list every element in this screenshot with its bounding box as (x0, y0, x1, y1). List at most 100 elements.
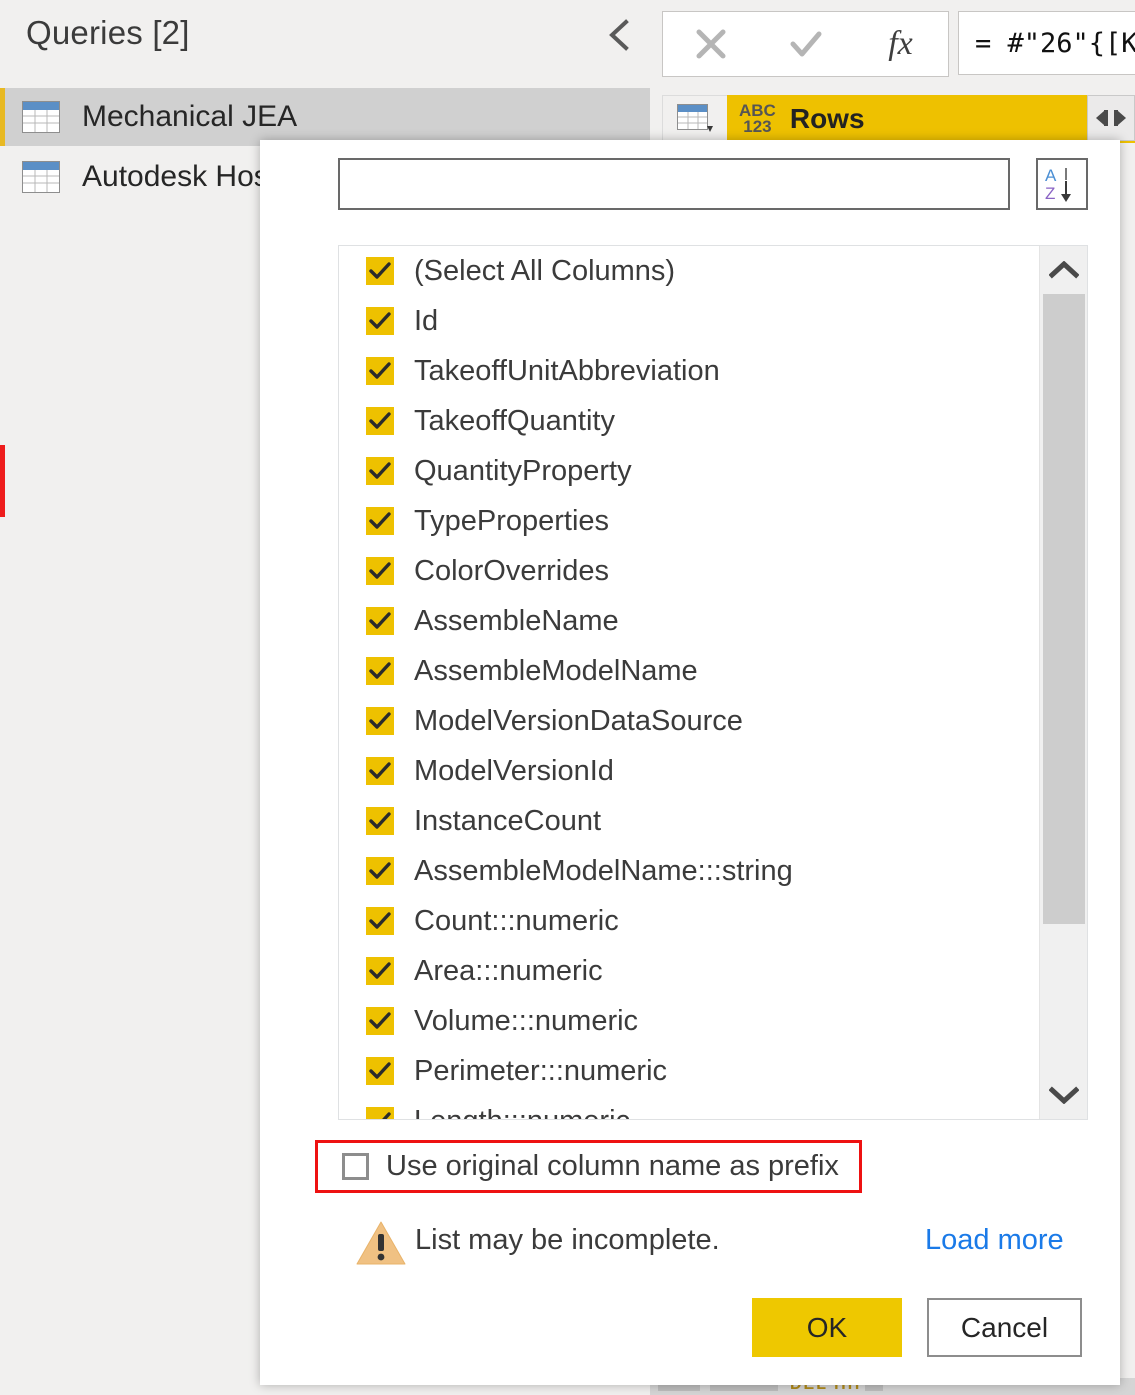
search-row: A Z (338, 158, 1088, 210)
table-dropdown-button[interactable] (662, 95, 727, 143)
column-name-label: TakeoffUnitAbbreviation (414, 355, 720, 388)
column-list-item[interactable]: Length:::numeric (339, 1096, 1039, 1120)
scroll-up-icon[interactable] (1040, 246, 1087, 294)
use-prefix-label: Use original column name as prefix (386, 1150, 839, 1183)
column-list-item[interactable]: AssembleModelName:::string (339, 846, 1039, 896)
incomplete-notice: List may be incomplete. Load more (260, 1218, 1120, 1273)
column-list-item[interactable]: Count:::numeric (339, 896, 1039, 946)
column-name-label: TypeProperties (414, 505, 609, 538)
svg-text:A: A (1045, 166, 1057, 185)
queries-pane-header: Queries [2] (0, 0, 650, 88)
column-header-row: ABC 123 Rows (662, 95, 1135, 143)
column-list-item[interactable]: Volume:::numeric (339, 996, 1039, 1046)
column-list-item[interactable]: InstanceCount (339, 796, 1039, 846)
column-list-item[interactable]: AssembleModelName (339, 646, 1039, 696)
column-checkbox[interactable] (366, 507, 394, 535)
column-checkbox[interactable] (366, 357, 394, 385)
column-checkbox[interactable] (366, 1107, 394, 1120)
column-name-label: QuantityProperty (414, 455, 632, 488)
column-list-item[interactable]: Perimeter:::numeric (339, 1046, 1039, 1096)
search-input[interactable] (338, 158, 1010, 210)
svg-text:Z: Z (1045, 184, 1055, 203)
formula-input[interactable]: = #"26"{[K (958, 11, 1135, 75)
column-checkbox[interactable] (366, 957, 394, 985)
column-checkbox[interactable] (366, 557, 394, 585)
column-checkbox[interactable] (366, 607, 394, 635)
table-icon (22, 101, 60, 133)
sort-az-button[interactable]: A Z (1036, 158, 1088, 210)
column-list-item[interactable]: QuantityProperty (339, 446, 1039, 496)
query-item-mechanical-jea[interactable]: Mechanical JEA (0, 88, 650, 146)
column-checkbox[interactable] (366, 657, 394, 685)
fx-label: fx (888, 25, 913, 63)
columns-list-scrollbar[interactable] (1039, 246, 1087, 1119)
abc123-type-icon: ABC 123 (739, 103, 776, 135)
expand-columns-dialog: A Z (Select All Columns) Id TakeoffUnitAbb… (260, 140, 1120, 1385)
x-icon[interactable] (680, 13, 742, 75)
columns-list-inner: (Select All Columns) Id TakeoffUnitAbbrevi… (339, 246, 1039, 1120)
use-prefix-checkbox[interactable] (342, 1153, 369, 1180)
column-name-label: Length:::numeric (414, 1105, 630, 1121)
scrollbar-thumb[interactable] (1043, 294, 1085, 924)
column-list-item[interactable]: Id (339, 296, 1039, 346)
chevron-left-icon[interactable] (600, 14, 642, 56)
column-header-rows[interactable]: ABC 123 Rows (727, 95, 1135, 143)
column-list-item[interactable]: ColorOverrides (339, 546, 1039, 596)
fx-icon[interactable]: fx (870, 13, 932, 75)
cancel-button[interactable]: Cancel (927, 1298, 1082, 1357)
table-icon (22, 161, 60, 193)
column-name-label: ModelVersionId (414, 755, 614, 788)
column-list-item[interactable]: (Select All Columns) (339, 246, 1039, 296)
column-checkbox[interactable] (366, 307, 394, 335)
check-icon[interactable] (775, 13, 837, 75)
use-prefix-option[interactable]: Use original column name as prefix (315, 1140, 862, 1193)
column-name-label: ModelVersionDataSource (414, 705, 743, 738)
column-checkbox[interactable] (366, 457, 394, 485)
column-checkbox[interactable] (366, 257, 394, 285)
expand-columns-icon[interactable] (1087, 95, 1135, 141)
red-edge-marker (0, 445, 5, 517)
column-name-label: InstanceCount (414, 805, 601, 838)
formula-actions: fx (662, 11, 949, 77)
abc123-bottom: 123 (743, 117, 771, 136)
column-name-label: Perimeter:::numeric (414, 1055, 667, 1088)
column-name-label: Count:::numeric (414, 905, 619, 938)
column-list-item[interactable]: TakeoffUnitAbbreviation (339, 346, 1039, 396)
column-checkbox[interactable] (366, 1057, 394, 1085)
column-name-label: AssembleModelName (414, 655, 698, 688)
column-list-item[interactable]: ModelVersionDataSource (339, 696, 1039, 746)
scroll-down-icon[interactable] (1040, 1071, 1087, 1119)
column-name-label: AssembleName (414, 605, 619, 638)
column-name-label: AssembleModelName:::string (414, 855, 793, 888)
columns-list[interactable]: (Select All Columns) Id TakeoffUnitAbbrevi… (338, 245, 1088, 1120)
formula-bar-area: fx = #"26"{[K (650, 0, 1135, 150)
column-checkbox[interactable] (366, 407, 394, 435)
column-name-label: Area:::numeric (414, 955, 603, 988)
formula-text: = #"26"{[K (975, 28, 1135, 59)
column-list-item[interactable]: ModelVersionId (339, 746, 1039, 796)
column-list-item[interactable]: AssembleName (339, 596, 1039, 646)
column-name-label: Id (414, 305, 438, 338)
incomplete-text: List may be incomplete. (415, 1224, 720, 1257)
column-checkbox[interactable] (366, 1007, 394, 1035)
column-header-label: Rows (790, 103, 865, 135)
column-checkbox[interactable] (366, 757, 394, 785)
column-name-label: (Select All Columns) (414, 255, 675, 288)
column-list-item[interactable]: TakeoffQuantity (339, 396, 1039, 446)
app-window: Queries [2] (0, 0, 1135, 1395)
query-item-label: Mechanical JEA (82, 100, 297, 134)
column-name-label: TakeoffQuantity (414, 405, 615, 438)
column-checkbox[interactable] (366, 907, 394, 935)
column-checkbox[interactable] (366, 857, 394, 885)
column-list-item[interactable]: TypeProperties (339, 496, 1039, 546)
column-checkbox[interactable] (366, 707, 394, 735)
ok-button[interactable]: OK (752, 1298, 902, 1357)
query-item-label: Autodesk Hos (82, 160, 269, 194)
dialog-buttons: OK Cancel (260, 1298, 1120, 1360)
column-checkbox[interactable] (366, 807, 394, 835)
column-list-item[interactable]: Area:::numeric (339, 946, 1039, 996)
load-more-link[interactable]: Load more (925, 1224, 1064, 1257)
queries-pane-title: Queries [2] (26, 14, 190, 52)
column-name-label: ColorOverrides (414, 555, 609, 588)
warning-triangle-icon (355, 1218, 407, 1268)
